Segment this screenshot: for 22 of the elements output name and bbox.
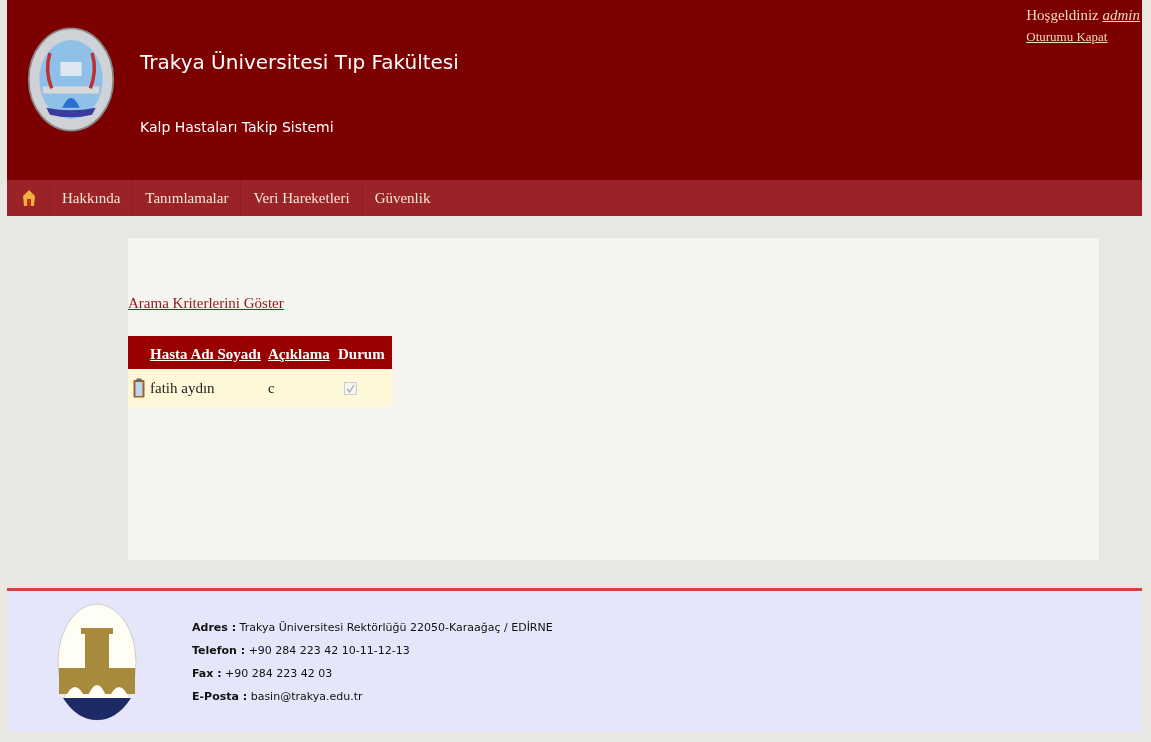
university-seal-icon: [57, 601, 137, 722]
nav-item[interactable]: Tanımlamalar: [132, 180, 241, 216]
table-cell: c: [268, 379, 275, 396]
contact-line: Fax : +90 284 223 42 03: [192, 665, 334, 682]
sortable-column-header[interactable]: Hasta Adı Soyadı: [150, 346, 261, 362]
user-link[interactable]: admin: [1102, 7, 1140, 23]
nav-item[interactable]: Veri Hareketleri: [240, 180, 362, 216]
contact-line: E-Posta : basin@trakya.edu.tr: [192, 688, 364, 705]
contact-line: Adres : Trakya Üniversitesi Rektörlüğü 22050-Karaağaç / EDİRNE: [192, 619, 553, 636]
table-cell: fatih aydın: [150, 379, 215, 396]
welcome-text: Hoşgeldiniz: [1026, 7, 1099, 23]
logout-link[interactable]: Oturumu Kapat: [1026, 29, 1108, 44]
nav-item[interactable]: Hakkında: [49, 180, 133, 216]
column-title: Durum: [338, 346, 385, 362]
house-icon: [23, 190, 35, 206]
site-subtitle: Kalp Hastaları Takip Sistemi: [140, 119, 335, 135]
nav-item[interactable]: Güvenlik: [361, 180, 443, 216]
site-title: Trakya Üniversitesi Tıp Fakültesi: [140, 50, 459, 74]
clipboard-icon[interactable]: [133, 378, 145, 398]
contact-line: Telefon : +90 284 223 42 10-11-12-13: [192, 642, 411, 659]
search-criteria-link[interactable]: Arama Kriterlerini Göster: [128, 295, 284, 312]
sortable-column-header[interactable]: Açıklama: [268, 346, 330, 362]
